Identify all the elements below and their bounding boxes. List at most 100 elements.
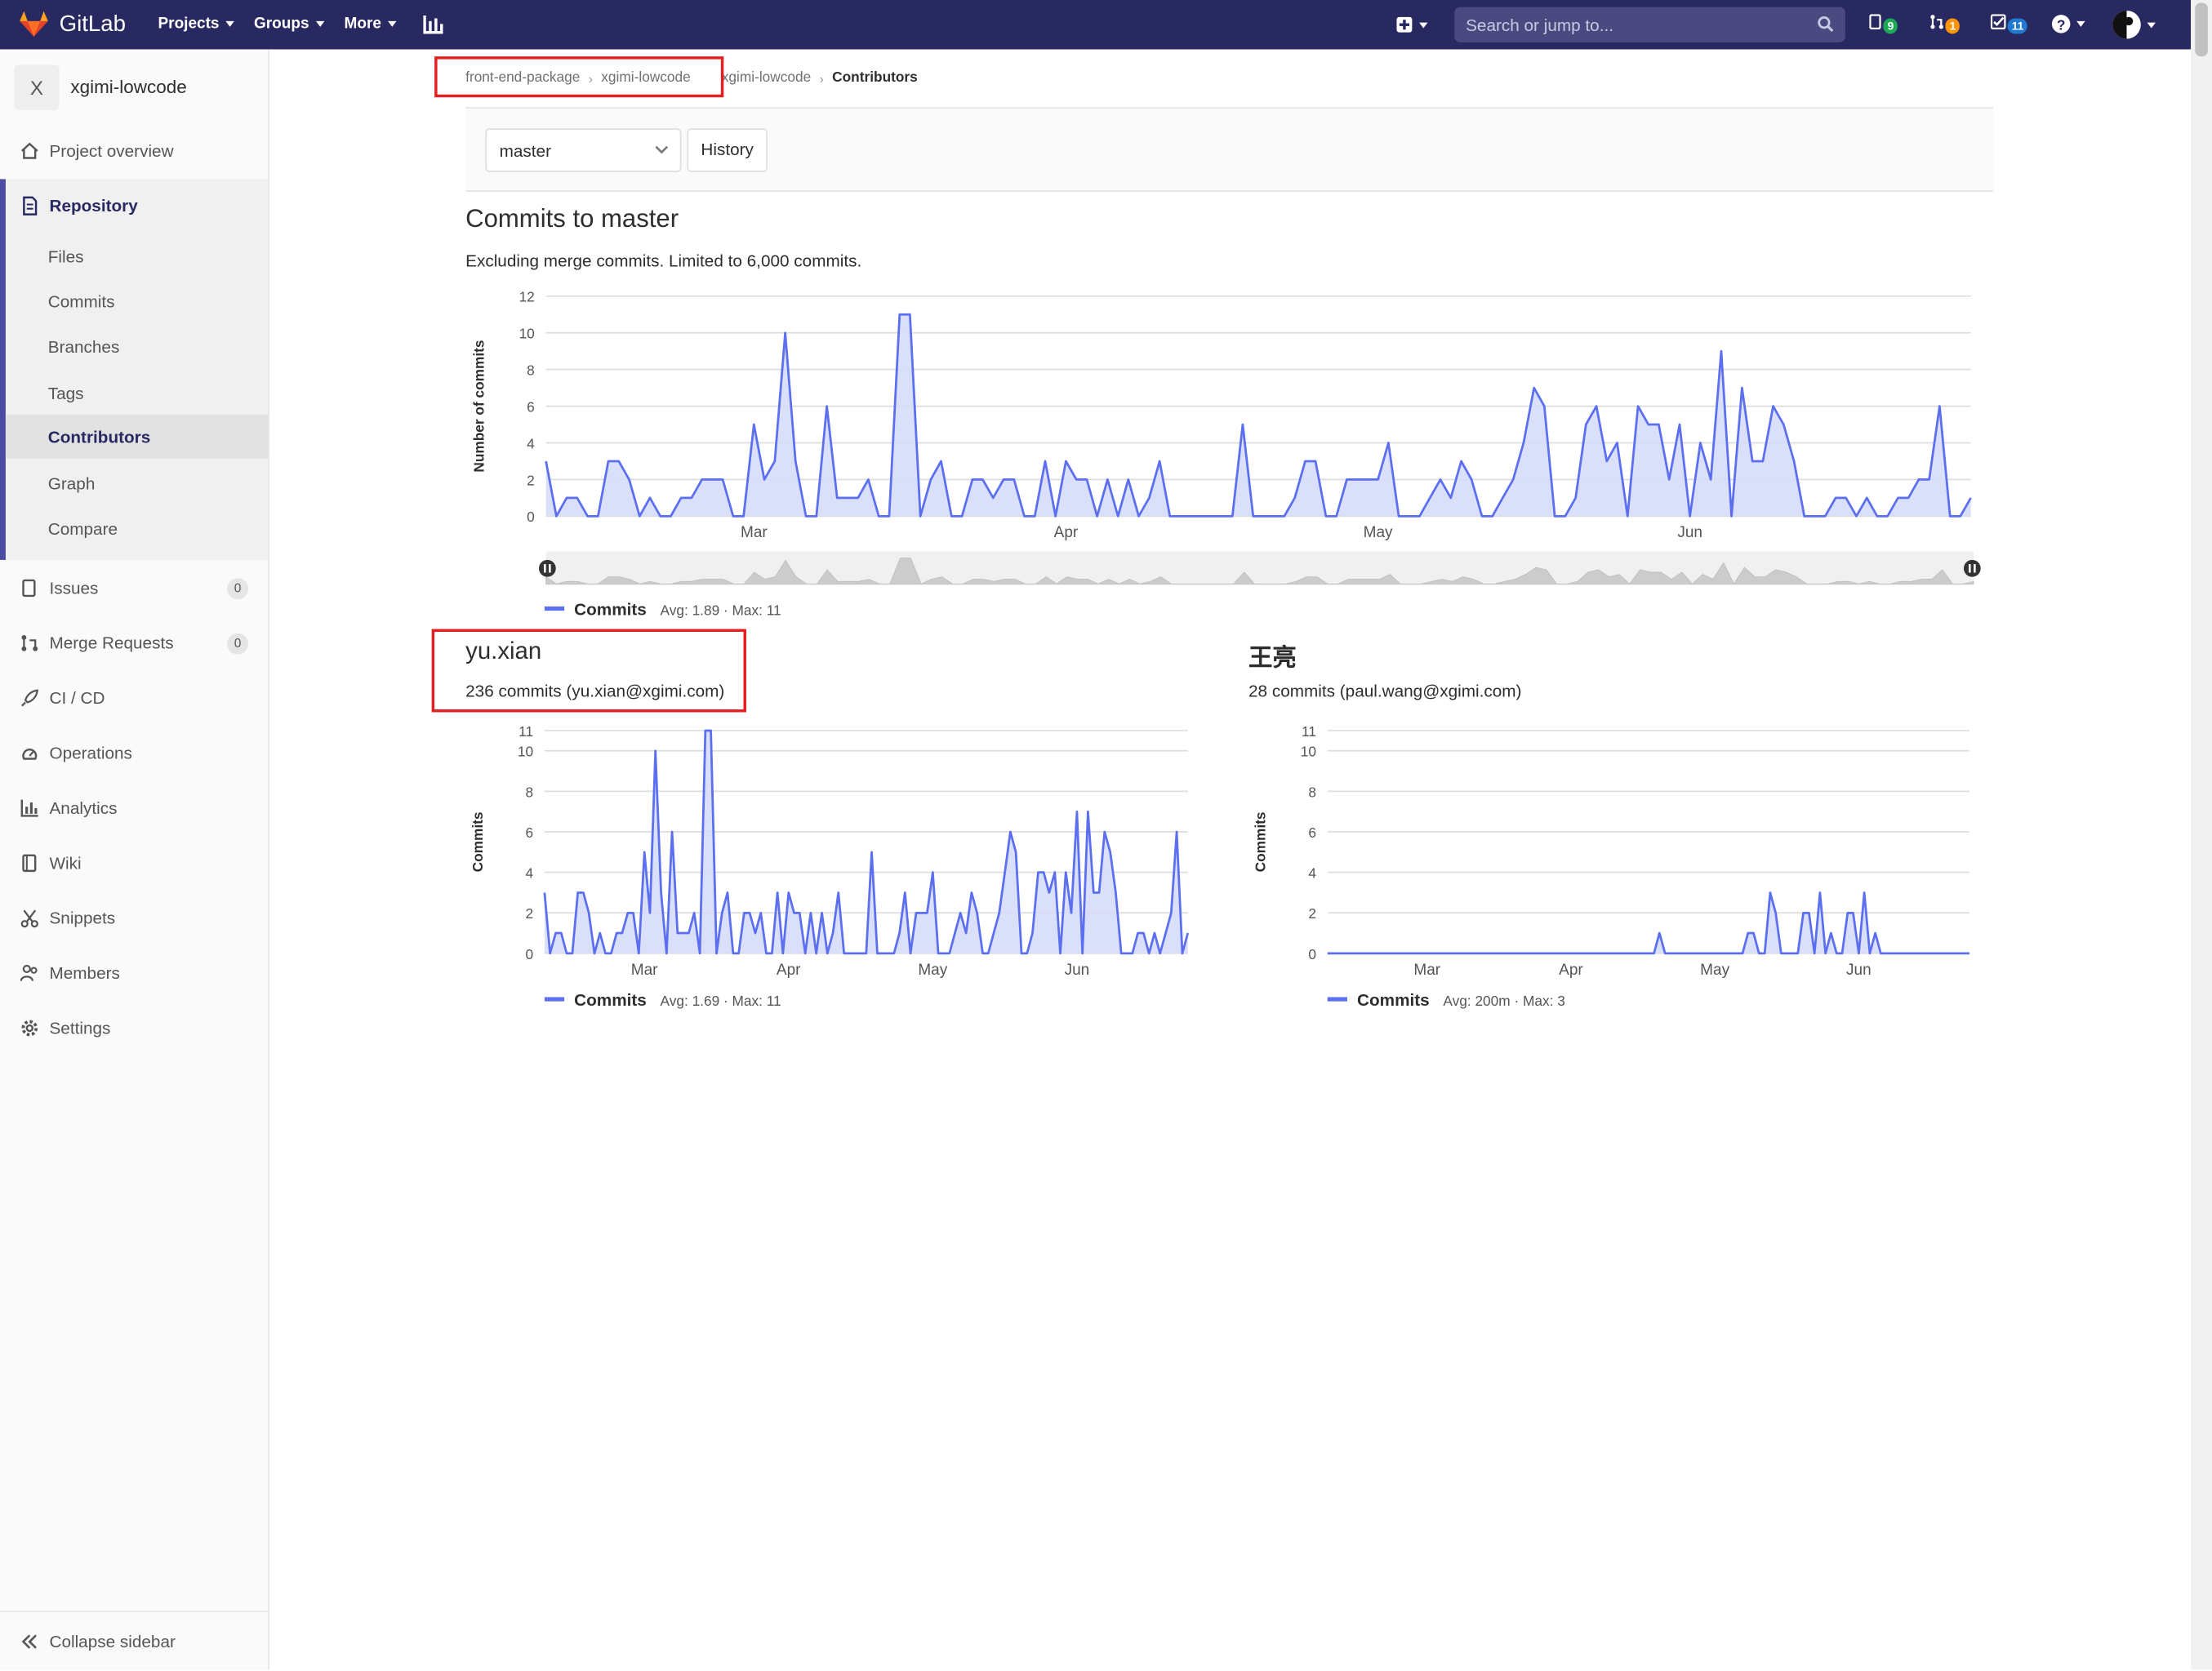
- sidebar-item-repository[interactable]: Repository: [20, 196, 138, 216]
- active-indicator: [0, 179, 6, 560]
- x-tick-label: May: [1700, 962, 1729, 979]
- merge-request-icon: [1930, 15, 1943, 29]
- new-item-dropdown[interactable]: [1396, 16, 1428, 33]
- sidebar-item-contributors[interactable]: Contributors: [48, 427, 151, 447]
- page-subtitle: Excluding merge commits. Limited to 6,00…: [465, 251, 862, 271]
- legend-label: Commits: [574, 600, 647, 619]
- nav-more-label: More: [344, 16, 381, 33]
- sidebar-item-issues[interactable]: Issues: [20, 578, 98, 598]
- chart-elements: 0 2 4 6 8 10 12 Number of commits Mar Apr May Jun: [471, 289, 1972, 541]
- history-button[interactable]: History: [687, 128, 768, 172]
- scrollbar-thumb[interactable]: [2195, 2, 2208, 57]
- x-tick-label: May: [918, 962, 947, 979]
- x-tick-label: Mar: [1413, 962, 1440, 979]
- x-tick-label: Jun: [1065, 962, 1090, 979]
- page-scrollbar[interactable]: [2191, 0, 2212, 1670]
- sidebar-item-compare[interactable]: Compare: [48, 519, 118, 539]
- user-menu[interactable]: [2112, 10, 2156, 39]
- legend-stats: Avg: 1.69 · Max: 11: [661, 993, 781, 1009]
- sidebar-item-branches[interactable]: Branches: [48, 337, 120, 357]
- sidebar-item-snippets[interactable]: Snippets: [20, 909, 115, 928]
- search-input[interactable]: Search or jump to...: [1454, 7, 1845, 42]
- sidebar-item-members[interactable]: Members: [20, 963, 120, 983]
- sidebar-item-wiki[interactable]: Wiki: [20, 853, 82, 873]
- sidebar-item-files[interactable]: Files: [48, 247, 84, 266]
- home-icon: [20, 142, 38, 159]
- repository-section: Repository Files Commits Branches Tags C…: [0, 179, 269, 560]
- activity-chart-icon[interactable]: [423, 16, 443, 34]
- double-chevron-left-icon: [21, 1634, 37, 1649]
- nav-projects[interactable]: Projects: [158, 16, 235, 33]
- todo-count-badge: 11: [2007, 18, 2028, 34]
- sidebar-item-project-overview[interactable]: Project overview: [20, 140, 174, 161]
- contributor-chart-yu-xian[interactable]: 0 2 4 6 8 10 11 Commits Mar Apr May Jun Commits Avg…: [459, 717, 1199, 1015]
- book-icon: [22, 854, 37, 873]
- cloud-gauge-icon: [22, 748, 38, 760]
- issues-count: 0: [227, 578, 249, 600]
- branch-select[interactable]: master: [485, 128, 682, 172]
- plus-square-icon: [1396, 16, 1413, 33]
- sidebar-item-merge-requests[interactable]: Merge Requests: [20, 633, 174, 653]
- legend-stats: Avg: 200m · Max: 3: [1443, 993, 1564, 1009]
- issues-counter[interactable]: 9: [1869, 14, 1898, 34]
- y-tick-label: 0: [527, 509, 535, 525]
- help-dropdown[interactable]: ?: [2051, 14, 2085, 33]
- sidebar-item-label: Project overview: [49, 140, 174, 161]
- sidebar-item-analytics[interactable]: Analytics: [20, 798, 117, 818]
- breadcrumb-project-repeat[interactable]: xgimi-lowcode: [722, 70, 811, 86]
- highlight-box-breadcrumb: [434, 56, 724, 98]
- chevron-down-icon: [1419, 21, 1428, 28]
- sidebar-item-ci-cd[interactable]: CI / CD: [20, 688, 105, 708]
- gear-icon: [21, 1020, 38, 1037]
- gitlab-logo-icon[interactable]: [20, 11, 48, 37]
- search-placeholder: Search or jump to...: [1466, 16, 1614, 36]
- zoom-handle-left[interactable]: [538, 559, 556, 577]
- page-title: Commits to master: [465, 204, 679, 233]
- series-area-commits: [545, 314, 1971, 517]
- y-tick-label: 8: [525, 784, 533, 800]
- project-sidebar: X xgimi-lowcode Project overview Reposit…: [0, 49, 269, 1671]
- x-tick-label: Apr: [1559, 962, 1583, 979]
- sidebar-item-label: Repository: [49, 196, 138, 216]
- sidebar-item-label: Wiki: [49, 853, 82, 873]
- y-tick-label: 6: [525, 824, 533, 841]
- sidebar-item-label: Merge Requests: [49, 633, 174, 653]
- rocket-icon: [20, 689, 39, 707]
- svg-text:?: ?: [2057, 16, 2066, 33]
- chevron-down-icon: [388, 20, 397, 27]
- sidebar-item-tags[interactable]: Tags: [48, 384, 84, 403]
- legend-label: Commits: [574, 991, 647, 1010]
- contributor-chart-wang-liang[interactable]: 0 2 4 6 8 10 11 Commits Mar Apr May Jun Commits Avg…: [1241, 717, 1982, 1015]
- y-tick-label: 4: [525, 865, 533, 882]
- contributor-commits: 28 commits (paul.wang@xgimi.com): [1248, 681, 1522, 701]
- sidebar-item-settings[interactable]: Settings: [20, 1018, 110, 1038]
- y-axis-label: Number of commits: [471, 340, 487, 473]
- y-tick-label: 0: [1308, 946, 1316, 962]
- x-tick-label: Jun: [1677, 524, 1702, 541]
- nav-more[interactable]: More: [345, 16, 397, 33]
- series-line-commits: [1327, 891, 1969, 955]
- sidebar-item-operations[interactable]: Operations: [20, 743, 132, 763]
- sidebar-item-graph[interactable]: Graph: [48, 474, 96, 494]
- commits-chart[interactable]: 0 2 4 6 8 10 12 Number of commits Mar Apr May Jun C…: [459, 279, 1996, 626]
- gitlab-brand[interactable]: GitLab: [60, 13, 126, 38]
- collapse-sidebar-button[interactable]: Collapse sidebar: [0, 1611, 269, 1671]
- users-icon: [20, 964, 38, 981]
- breadcrumb-current[interactable]: Contributors: [832, 70, 918, 86]
- project-name[interactable]: xgimi-lowcode: [70, 76, 186, 97]
- y-tick-label: 11: [1302, 723, 1316, 740]
- y-tick-label: 2: [1308, 905, 1316, 922]
- project-avatar[interactable]: X: [14, 64, 60, 110]
- merge-request-icon: [21, 634, 38, 651]
- legend-label: Commits: [1357, 991, 1430, 1010]
- sidebar-item-label: Analytics: [49, 798, 118, 819]
- contributor-name: 王亮: [1248, 644, 1297, 672]
- y-axis-label: Commits: [470, 811, 486, 872]
- merge-requests-counter[interactable]: 1: [1929, 14, 1961, 34]
- nav-groups[interactable]: Groups: [254, 16, 325, 33]
- sidebar-item-commits[interactable]: Commits: [48, 292, 115, 312]
- zoom-handle-right[interactable]: [1963, 559, 1981, 577]
- y-tick-label: 4: [527, 435, 535, 451]
- todos-counter[interactable]: 11: [1990, 14, 2028, 34]
- x-tick-label: Apr: [1054, 524, 1079, 541]
